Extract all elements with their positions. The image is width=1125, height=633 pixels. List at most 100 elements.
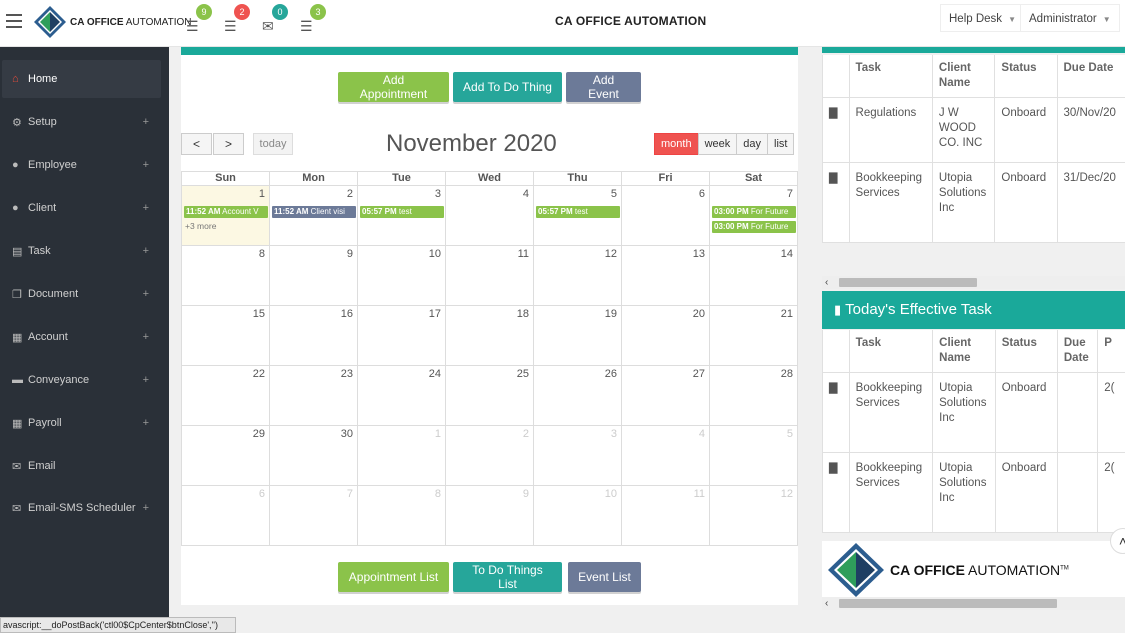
scrollbar-thumb[interactable]	[839, 599, 1057, 608]
expand-plus-icon[interactable]: +	[143, 331, 149, 343]
calendar-day[interactable]: 1	[357, 426, 445, 485]
calendar-day[interactable]: 8	[357, 486, 445, 545]
expand-plus-icon[interactable]: +	[143, 374, 149, 386]
calendar-day[interactable]: 9	[269, 246, 357, 305]
document-icon-cell[interactable]: ▇	[822, 97, 850, 163]
view-day-button[interactable]: day	[736, 133, 769, 155]
today-button[interactable]: today	[253, 133, 293, 155]
table-row[interactable]: ▇ Bookkeeping Services Utopia Solutions …	[822, 162, 1125, 243]
hamburger-menu-icon[interactable]	[6, 14, 22, 28]
expand-plus-icon[interactable]: +	[143, 417, 149, 429]
view-month-button[interactable]: month	[654, 133, 699, 155]
calendar-day[interactable]: 12	[533, 246, 621, 305]
calendar-day[interactable]: 14	[709, 246, 798, 305]
calendar-day[interactable]: 17	[357, 306, 445, 365]
calendar-day[interactable]: 1 11:52 AM Account V +3 more	[181, 186, 269, 245]
table-row[interactable]: ▇ Bookkeeping Services Utopia Solutions …	[822, 452, 1125, 533]
calendar-day[interactable]: 18	[445, 306, 533, 365]
brand-logo[interactable]: CA OFFICE AUTOMATION	[32, 4, 192, 40]
calendar-event[interactable]: 05:57 PM test	[360, 206, 444, 218]
calendar-day[interactable]: 12	[709, 486, 798, 545]
sidebar-item-employee[interactable]: ● Employee +	[2, 146, 161, 184]
calendar-day[interactable]: 6	[181, 486, 269, 545]
calendar-day[interactable]: 8	[181, 246, 269, 305]
scroll-left-icon[interactable]: ‹	[825, 276, 828, 289]
sidebar-item-task[interactable]: ▤ Task +	[2, 232, 161, 270]
sidebar-item-payroll[interactable]: ▦ Payroll +	[2, 404, 161, 442]
calendar-day[interactable]: 29	[181, 426, 269, 485]
event-list-button[interactable]: Event List	[568, 562, 641, 592]
todo-list-button[interactable]: To Do Things List	[453, 562, 562, 592]
sidebar-item-email-sms-scheduler[interactable]: ✉ Email-SMS Scheduler +	[2, 489, 161, 527]
scroll-left-icon[interactable]: ‹	[825, 597, 828, 610]
document-icon-cell[interactable]: ▇	[822, 162, 850, 243]
calendar-day[interactable]: 2	[445, 426, 533, 485]
calendar-event[interactable]: 11:52 AM Account V	[184, 206, 268, 218]
calendar-day[interactable]: 19	[533, 306, 621, 365]
sidebar-item-conveyance[interactable]: ▬ Conveyance +	[2, 361, 161, 399]
view-week-button[interactable]: week	[697, 133, 738, 155]
expand-plus-icon[interactable]: +	[143, 245, 149, 257]
notification-events[interactable]: ☰ 3	[300, 4, 326, 36]
scrollbar-thumb[interactable]	[839, 278, 977, 287]
document-icon[interactable]: ▇	[829, 172, 837, 184]
calendar-day[interactable]: 24	[357, 366, 445, 425]
calendar-day[interactable]: 9	[445, 486, 533, 545]
expand-plus-icon[interactable]: +	[143, 202, 149, 214]
calendar-day[interactable]: 2 11:52 AM Client visi	[269, 186, 357, 245]
calendar-day[interactable]: 11	[445, 246, 533, 305]
sidebar-item-account[interactable]: ▦ Account +	[2, 318, 161, 356]
notification-reminders[interactable]: ☰ 2	[224, 4, 250, 36]
prev-month-button[interactable]: <	[181, 133, 212, 155]
horizontal-scrollbar[interactable]: ‹	[822, 597, 1125, 610]
calendar-day[interactable]: 21	[709, 306, 798, 365]
horizontal-scrollbar[interactable]: ‹	[822, 276, 1125, 289]
calendar-day[interactable]: 3	[533, 426, 621, 485]
view-list-button[interactable]: list	[767, 133, 795, 155]
calendar-event[interactable]: 05:57 PM test	[536, 206, 620, 218]
table-row[interactable]: ▇ Regulations J W WOOD CO. INC Onboard 3…	[822, 97, 1125, 163]
sidebar-item-home[interactable]: ⌂ Home	[2, 60, 161, 98]
document-icon[interactable]: ▇	[829, 462, 837, 474]
appointment-list-button[interactable]: Appointment List	[338, 562, 449, 592]
sidebar-item-email[interactable]: ✉ Email	[2, 447, 161, 485]
calendar-day[interactable]: 20	[621, 306, 709, 365]
calendar-day[interactable]: 3 05:57 PM test	[357, 186, 445, 245]
next-month-button[interactable]: >	[213, 133, 244, 155]
add-event-button[interactable]: Add Event	[566, 72, 641, 102]
calendar-day[interactable]: 16	[269, 306, 357, 365]
more-events-link[interactable]: +3 more	[185, 221, 216, 231]
calendar-day[interactable]: 28	[709, 366, 798, 425]
expand-plus-icon[interactable]: +	[143, 288, 149, 300]
calendar-day[interactable]: 30	[269, 426, 357, 485]
calendar-day[interactable]: 7 03:00 PM For Future 03:00 PM For Futur…	[709, 186, 798, 245]
calendar-day[interactable]: 22	[181, 366, 269, 425]
sidebar-item-document[interactable]: ❐ Document +	[2, 275, 161, 313]
expand-plus-icon[interactable]: +	[143, 502, 149, 514]
calendar-event[interactable]: 03:00 PM For Future	[712, 221, 796, 233]
administrator-menu[interactable]: Administrator ▼	[1020, 4, 1120, 32]
calendar-day[interactable]: 23	[269, 366, 357, 425]
calendar-day[interactable]: 27	[621, 366, 709, 425]
add-appointment-button[interactable]: Add Appointment	[338, 72, 449, 102]
document-icon-cell[interactable]: ▇	[822, 452, 850, 533]
calendar-day[interactable]: 25	[445, 366, 533, 425]
calendar-day[interactable]: 5	[709, 426, 798, 485]
help-desk-menu[interactable]: Help Desk ▼	[940, 4, 1025, 32]
add-todo-button[interactable]: Add To Do Thing	[453, 72, 562, 102]
calendar-day[interactable]: 15	[181, 306, 269, 365]
calendar-day[interactable]: 10	[533, 486, 621, 545]
calendar-event[interactable]: 11:52 AM Client visi	[272, 206, 356, 218]
document-icon-cell[interactable]: ▇	[822, 372, 850, 453]
document-icon[interactable]: ▇	[829, 382, 837, 394]
document-icon[interactable]: ▇	[829, 107, 837, 119]
calendar-day[interactable]: 11	[621, 486, 709, 545]
notification-tasks[interactable]: ☰ 9	[186, 4, 212, 36]
notification-messages[interactable]: ✉ 0	[262, 4, 288, 36]
calendar-day[interactable]: 4	[445, 186, 533, 245]
calendar-day[interactable]: 6	[621, 186, 709, 245]
calendar-day[interactable]: 13	[621, 246, 709, 305]
calendar-day[interactable]: 26	[533, 366, 621, 425]
calendar-event[interactable]: 03:00 PM For Future	[712, 206, 796, 218]
calendar-day[interactable]: 4	[621, 426, 709, 485]
